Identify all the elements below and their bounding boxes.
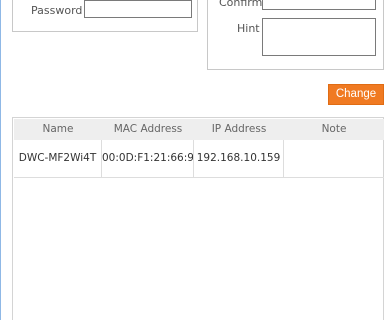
table-row[interactable]: DWC-MF2Wi4T 00:0D:F1:21:66:92 192.168.10…: [14, 140, 384, 178]
column-header-ip-address[interactable]: IP Address: [194, 119, 284, 140]
column-header-name[interactable]: Name: [14, 119, 102, 140]
cell-note[interactable]: [284, 140, 384, 177]
password-label: Password: [31, 4, 83, 17]
column-header-mac-address[interactable]: MAC Address: [102, 119, 194, 140]
password-field[interactable]: [84, 0, 192, 18]
device-table: Name MAC Address IP Address Note DWC-MF2…: [12, 117, 384, 320]
hint-label: Hint: [237, 22, 260, 35]
cell-ip-address: 192.168.10.159: [194, 140, 284, 177]
column-header-note[interactable]: Note: [284, 119, 384, 140]
change-button[interactable]: Change: [328, 84, 384, 105]
confirm-field[interactable]: [262, 0, 376, 10]
cell-mac-address: 00:0D:F1:21:66:92: [102, 140, 194, 177]
table-header: Name MAC Address IP Address Note: [14, 119, 384, 140]
confirm-label: Confirm: [219, 0, 263, 9]
window-left-border: [0, 0, 1, 320]
cell-name: DWC-MF2Wi4T: [14, 140, 102, 177]
hint-field[interactable]: [262, 18, 376, 56]
